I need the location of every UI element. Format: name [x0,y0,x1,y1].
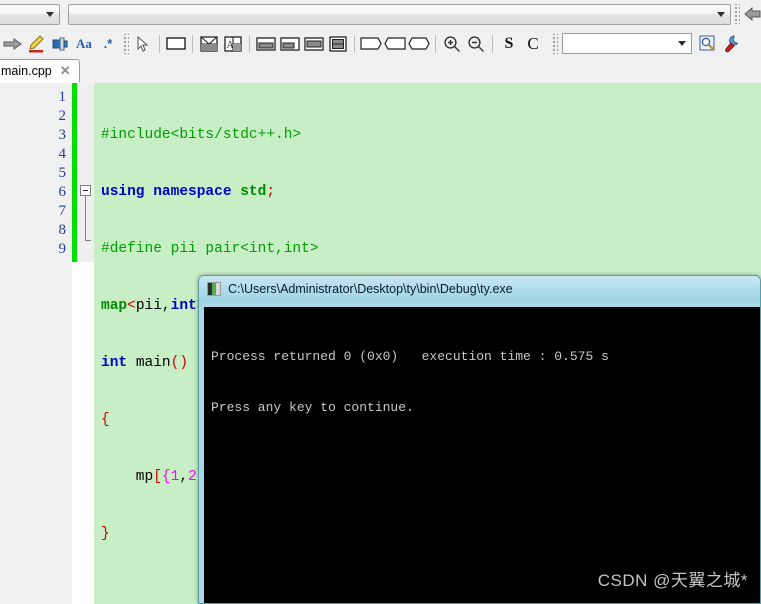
bookmark-icon[interactable] [48,32,72,56]
flex-grid-sizer-icon[interactable]: A [221,32,245,56]
line-number: 8 [58,222,67,238]
console-output-line: Press any key to continue. [211,400,414,415]
select-pointer-icon[interactable] [131,32,155,56]
tab-label: main.cpp [1,64,52,78]
toolbar-grip[interactable] [122,33,129,54]
fold-range-line [85,196,86,241]
zoom-out-icon[interactable] [464,32,488,56]
toolbar-separator [192,34,193,53]
spacer-right-icon[interactable] [359,32,383,56]
panel-icon[interactable] [164,32,188,56]
box-sizer-center-icon[interactable] [302,32,326,56]
line-number: 4 [58,146,67,162]
box-sizer-left-icon[interactable] [278,32,302,56]
console-title-bar[interactable]: C:\Users\Administrator\Desktop\ty\bin\De… [199,276,760,302]
console-app-icon [207,282,221,296]
line-number: 7 [58,203,67,219]
line-number: 2 [58,108,67,124]
find-icon[interactable] [696,32,720,56]
grid-sizer-icon[interactable] [197,32,221,56]
code-line: #include<bits/stdc++.h> [101,127,302,143]
console-window[interactable]: C:\Users\Administrator\Desktop\ty\bin\De… [198,275,761,604]
toolbar-grip[interactable] [551,33,558,54]
chevron-down-icon[interactable] [46,11,55,17]
toolbar-separator [492,34,493,53]
bold-s-icon[interactable]: S [497,32,521,56]
scope-combo[interactable] [0,3,61,25]
symbol-combo[interactable] [68,3,732,25]
spacer-both-icon[interactable] [407,32,431,56]
line-number: 5 [58,165,67,181]
back-arrow-icon[interactable] [743,5,761,23]
line-number-gutter: 1 2 3 4 5 6 7 8 9 [0,83,72,604]
console-title-text: C:\Users\Administrator\Desktop\ty\bin\De… [228,282,513,296]
console-output[interactable]: Process returned 0 (0x0) execution time … [204,307,760,603]
line-number: 1 [58,89,67,105]
toolbar-separator [159,34,160,53]
toolbar-separator [249,34,250,53]
static-box-sizer-icon[interactable] [326,32,350,56]
zoom-in-icon[interactable] [440,32,464,56]
code-blocks-ide-window: Aa .* A S C main.cpp ✕ 1 2 3 4 5 6 7 8 9… [0,0,761,604]
tab-main-cpp[interactable]: main.cpp ✕ [0,59,80,83]
search-input[interactable] [562,33,692,54]
regex-icon[interactable]: .* [96,32,120,56]
highlight-pencil-icon[interactable] [24,32,48,56]
line-number: 3 [58,127,67,143]
fold-toggle-icon[interactable] [80,185,91,196]
editor-tab-bar: main.cpp ✕ [0,59,761,84]
wrench-icon[interactable] [720,32,744,56]
close-icon[interactable]: ✕ [60,63,71,79]
code-line: using namespace std; [101,184,276,200]
toolbar-grip[interactable] [733,4,741,24]
toolbar-separator [435,34,436,53]
chevron-down-icon[interactable] [717,11,726,17]
chevron-down-icon[interactable] [678,41,686,46]
toolbar-icon-row: Aa .* A S C [0,28,761,60]
fold-range-end [85,240,91,241]
console-output-line: Process returned 0 (0x0) execution time … [211,349,609,364]
bold-c-icon[interactable]: C [521,32,545,56]
code-line: #define pii pair<int,int> [101,241,319,257]
code-folding-margin[interactable] [77,83,94,262]
box-sizer-top-icon[interactable] [254,32,278,56]
goto-icon[interactable] [0,32,24,56]
toolbar-separator [354,34,355,53]
match-case-icon[interactable]: Aa [72,32,96,56]
spacer-left-icon[interactable] [383,32,407,56]
line-number: 6 [58,184,67,200]
watermark-text: CSDN @天翼之城* [597,571,748,590]
toolbar-combo-row [0,0,761,29]
line-number: 9 [58,241,67,257]
